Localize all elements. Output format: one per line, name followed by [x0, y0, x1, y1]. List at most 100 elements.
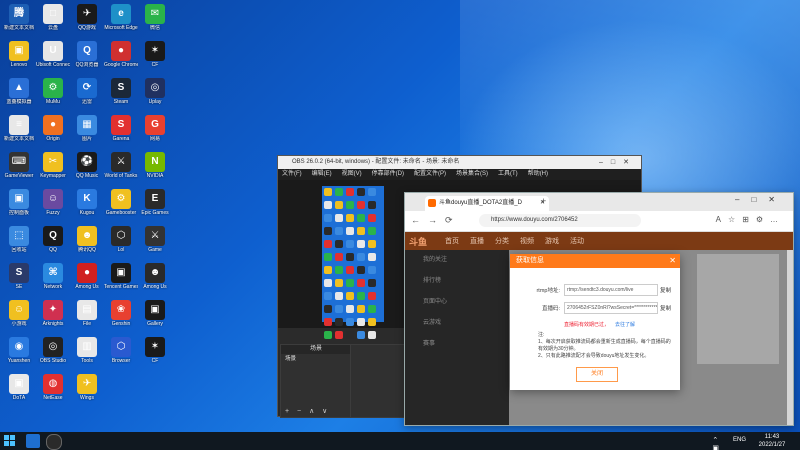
browser-toolbar-icons[interactable]: A☆⊞⚙… — [716, 215, 785, 224]
desktop-icon[interactable]: ⌨ GameViewer — [2, 150, 36, 190]
desktop-icon[interactable]: ▥ Tools — [70, 335, 104, 375]
obs-taskbar-icon[interactable] — [46, 434, 62, 450]
site-sidebar-item[interactable]: 排行榜 — [405, 271, 509, 292]
close-button[interactable]: 关闭 — [576, 367, 618, 382]
desktop-icon[interactable]: N NVIDIA — [138, 150, 172, 190]
desktop-icon-label: QQ — [49, 247, 57, 253]
edge-taskbar-icon[interactable] — [26, 434, 40, 448]
desktop-icon[interactable]: E Epic Games — [138, 187, 172, 227]
desktop-icon[interactable]: ● Origin — [36, 113, 70, 153]
desktop-icon[interactable]: K Kugou — [70, 187, 104, 227]
desktop-icon[interactable]: ● Google Chrome — [104, 39, 138, 79]
copy-rtmp-button[interactable]: 复制 — [660, 286, 671, 294]
desktop-icon[interactable]: ⌘ Network — [36, 261, 70, 301]
douyu-logo[interactable]: 斗鱼 — [409, 235, 427, 248]
desktop-icon[interactable]: ▦ 图片 — [70, 113, 104, 153]
code-field[interactable]: 2706452rFSZ0nRl?wsSecret=************ — [564, 302, 658, 314]
desktop-icon[interactable]: ▣ Lenovo — [2, 39, 36, 79]
obs-titlebar[interactable]: OBS 26.0.2 (64-bit, windows) - 配置文件: 未命名… — [278, 156, 641, 169]
scenes-list[interactable]: 场景 — [281, 354, 351, 365]
desktop-icon[interactable]: ⚙ MuMu — [36, 76, 70, 116]
desktop-icon[interactable]: Q QQ — [36, 224, 70, 264]
desktop-icon[interactable]: ▲ 蓝叠模拟器 — [2, 76, 36, 116]
site-nav-item[interactable]: 活动 — [570, 238, 584, 245]
obs-menu-item[interactable]: 配置文件(P) — [414, 171, 446, 177]
desktop-icon[interactable]: ✈ Wings — [70, 372, 104, 412]
app-icon: ≡ — [9, 115, 29, 135]
desktop-icon[interactable]: 腾新建文本文档 — [2, 2, 36, 42]
desktop-icon[interactable]: e Microsoft Edge — [104, 2, 138, 42]
desktop-icon[interactable]: ⚙ Gamebooster — [104, 187, 138, 227]
desktop-icon[interactable]: ✦ Arknights — [36, 298, 70, 338]
desktop-icon[interactable]: ◎ Uplay — [138, 76, 172, 116]
site-sidebar-item[interactable]: 我的关注 — [405, 250, 509, 271]
site-sidebar-item[interactable]: 页面中心 — [405, 292, 509, 313]
desktop-icon[interactable]: S Garena — [104, 113, 138, 153]
obs-menu-item[interactable]: 场景集合(S) — [456, 171, 488, 177]
clock[interactable]: 11:43 2022/1/27 — [752, 433, 792, 449]
obs-menu-item[interactable]: 帮助(H) — [528, 171, 548, 177]
page-scrollbar[interactable] — [787, 250, 793, 425]
desktop-icon[interactable]: U Ubisoft Connect — [36, 39, 70, 79]
desktop-icon[interactable]: ☺ 小游戏 — [2, 298, 36, 338]
site-nav-item[interactable]: 游戏 — [545, 238, 559, 245]
rtmp-field[interactable]: rtmp://sendtc3.douyu.com/live — [564, 284, 658, 296]
desktop-icon[interactable]: ⚔ Game — [138, 224, 172, 264]
copy-code-button[interactable]: 复制 — [660, 304, 671, 312]
site-nav-item[interactable]: 视频 — [520, 238, 534, 245]
new-tab-button[interactable]: + — [541, 196, 546, 206]
desktop-icon[interactable]: ≡ 新建文本文档 — [2, 113, 36, 153]
desktop-icon[interactable]: ▣ DoTA — [2, 372, 36, 412]
site-nav-item[interactable]: 分类 — [495, 238, 509, 245]
desktop-icon[interactable]: ● Among Us — [70, 261, 104, 301]
desktop-icon[interactable]: ⟳ 迅雷 — [70, 76, 104, 116]
input-language[interactable]: ENG — [733, 437, 746, 443]
window-controls[interactable]: –□✕ — [599, 156, 637, 169]
browser-tab[interactable]: 斗鱼douyu直播_DOTA2直播_D ✕ — [425, 196, 549, 211]
site-sidebar-item[interactable]: 云游戏 — [405, 313, 509, 334]
desktop-icon[interactable]: ✉ 微信 — [138, 2, 172, 42]
nav-buttons[interactable]: ←→⟳ — [411, 215, 461, 226]
tray-icons[interactable]: ⌃ ▣ ◔ ♪ — [712, 436, 722, 466]
desktop-icon[interactable]: ▣ Gallery — [138, 298, 172, 338]
desktop-icon[interactable]: ▣ Tencent Games — [104, 261, 138, 301]
site-sidebar-item[interactable]: 赛事 — [405, 334, 509, 355]
desktop-icon[interactable]: S Steam — [104, 76, 138, 116]
obs-menu-item[interactable]: 停靠部件(D) — [372, 171, 404, 177]
error-link[interactable]: 去往了解 — [615, 322, 635, 328]
scene-item[interactable]: 场景 — [285, 356, 347, 363]
desktop-icon[interactable]: ◍ NetEase — [36, 372, 70, 412]
desktop-icon[interactable]: S SE — [2, 261, 36, 301]
desktop-icon[interactable]: ☻ 腾讯QQ — [70, 224, 104, 264]
site-nav-item[interactable]: 直播 — [470, 238, 484, 245]
desktop-icon[interactable]: ✈ QQ游戏 — [70, 2, 104, 42]
close-icon[interactable]: ✕ — [669, 254, 676, 268]
desktop-icon[interactable]: ⬡ Browser — [104, 335, 138, 375]
desktop-icon[interactable]: ◎ OBS Studio — [36, 335, 70, 375]
obs-menu-item[interactable]: 视图(V) — [342, 171, 362, 177]
desktop-icon[interactable]: ⬡ Lol — [104, 224, 138, 264]
obs-menu-item[interactable]: 编辑(E) — [312, 171, 332, 177]
desktop-icon[interactable]: □ 云盘 — [36, 2, 70, 42]
scenes-controls[interactable]: + − ∧ ∨ — [281, 407, 355, 417]
desktop-icon[interactable]: ✶ CF — [138, 335, 172, 375]
desktop-icon[interactable]: ☺ Fuzzy — [36, 187, 70, 227]
desktop-icon[interactable]: ✶ CF — [138, 39, 172, 79]
obs-menu-item[interactable]: 工具(T) — [498, 171, 518, 177]
desktop-icon[interactable]: ▤ File — [70, 298, 104, 338]
url-field[interactable]: https://www.douyu.com/2706452 — [479, 214, 641, 227]
desktop-icon[interactable]: ◉ Yuanshen — [2, 335, 36, 375]
desktop-icon[interactable]: ⬚ 回收站 — [2, 224, 36, 264]
site-nav-item[interactable]: 首页 — [445, 238, 459, 245]
window-controls[interactable]: –□✕ — [735, 195, 787, 204]
desktop-icon[interactable]: G 网易 — [138, 113, 172, 153]
obs-menu-item[interactable]: 文件(F) — [282, 171, 302, 177]
desktop-icon[interactable]: Q QQ浏览器 — [70, 39, 104, 79]
desktop-icon[interactable]: ❀ Genshin — [104, 298, 138, 338]
desktop-icon[interactable]: ☻ Among Us — [138, 261, 172, 301]
desktop-icon[interactable]: ▣ 控制面板 — [2, 187, 36, 227]
desktop-icon[interactable]: ⚽ QQ Music — [70, 150, 104, 190]
desktop-icon[interactable]: ⚔ World of Tanks — [104, 150, 138, 190]
desktop-icon[interactable]: ✂ Keymapper — [36, 150, 70, 190]
windows-start-icon[interactable] — [4, 435, 16, 447]
